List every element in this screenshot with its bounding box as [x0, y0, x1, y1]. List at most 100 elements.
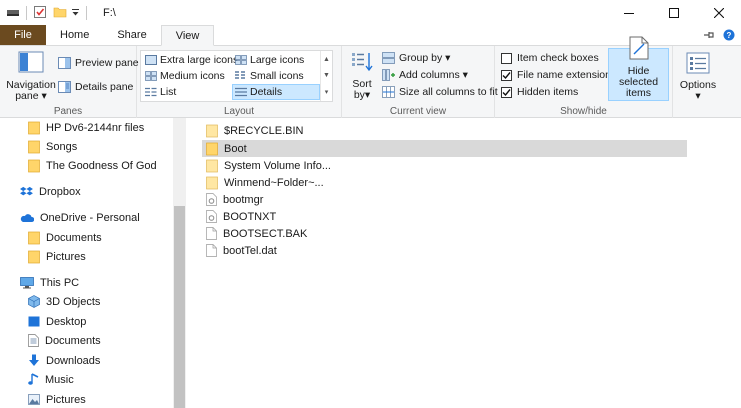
scroll-down-icon[interactable]: ▼ [323, 72, 330, 79]
close-button[interactable] [696, 0, 741, 26]
expand-gallery-icon[interactable]: ▾ [325, 88, 329, 96]
nav-item-documents[interactable]: Documents [28, 331, 101, 350]
nav-item-songs[interactable]: Songs [28, 137, 77, 156]
item-check-boxes-checkbox[interactable] [501, 52, 512, 64]
small-icons-icon [235, 71, 247, 81]
folder-icon [28, 121, 40, 135]
file-row-bootmgr[interactable]: bootmgr [202, 191, 687, 208]
nav-item-onedrive-documents[interactable]: Documents [28, 228, 102, 247]
file-row-system-volume-info[interactable]: System Volume Info... [202, 157, 687, 174]
sort-by-button[interactable]: Sort by▾ [348, 50, 376, 101]
layout-group-label: Layout [223, 106, 255, 117]
group-by-button[interactable]: Group by ▾ [382, 50, 450, 66]
file-name-extensions-label: File name extensions [517, 69, 617, 81]
file-row-bootnxt[interactable]: BOOTNXT [202, 208, 687, 225]
options-button[interactable]: Options ▾ [677, 52, 719, 102]
nav-item-label: Songs [46, 140, 78, 153]
nav-item-onedrive-pictures[interactable]: Pictures [28, 247, 86, 266]
add-columns-label: Add columns [399, 69, 460, 81]
nav-item-this-pc[interactable]: This PC [20, 273, 79, 292]
hide-selected-label-2: items [625, 87, 652, 99]
ribbon: Navigation pane ▾ Preview pane Details p… [0, 36, 741, 118]
pc-icon [20, 276, 34, 289]
help-icon[interactable]: ? [723, 29, 735, 44]
hidden-items-checkbox[interactable] [501, 86, 512, 98]
hide-selected-items-icon [629, 36, 649, 63]
navigation-pane-button[interactable]: Navigation pane ▾ [5, 51, 57, 102]
file-icon [206, 244, 217, 257]
layout-label: Extra large icons [160, 54, 239, 66]
folder-icon [206, 159, 218, 173]
details-pane-button[interactable]: Details pane [58, 79, 133, 95]
nav-item-label: This PC [40, 276, 80, 289]
large-icons-icon [235, 55, 247, 65]
nav-item-label: Dropbox [39, 185, 81, 198]
tab-share[interactable]: Share [103, 25, 160, 45]
nav-item-dropbox[interactable]: Dropbox [20, 182, 81, 201]
tab-view[interactable]: View [160, 25, 215, 46]
add-columns-button[interactable]: Add columns ▾ [382, 67, 468, 83]
downloads-icon [28, 354, 40, 367]
properties-icon[interactable] [33, 5, 47, 22]
nav-item-pictures[interactable]: Pictures [28, 390, 86, 408]
extra-large-icons-icon [145, 55, 157, 65]
nav-item-onedrive[interactable]: OneDrive - Personal [20, 208, 140, 227]
preview-pane-button[interactable]: Preview pane [58, 55, 139, 71]
file-row-boot[interactable]: Boot [202, 140, 687, 157]
nav-item-hp-files[interactable]: HP Dv6-2144nr files [28, 118, 144, 137]
nav-item-label: Music [45, 373, 74, 386]
file-name-extensions-toggle[interactable]: File name extensions [501, 67, 616, 83]
tab-home[interactable]: Home [46, 25, 103, 45]
hidden-items-toggle[interactable]: Hidden items [501, 84, 578, 100]
svg-text:?: ? [727, 31, 732, 40]
layout-small-icons[interactable]: Small icons [233, 68, 304, 84]
navigation-pane-icon [18, 51, 44, 76]
nav-item-music[interactable]: Music [28, 370, 74, 389]
layout-label: Medium icons [160, 70, 225, 82]
file-row-bootsect-bak[interactable]: BOOTSECT.BAK [202, 225, 687, 242]
nav-item-desktop[interactable]: Desktop [28, 312, 86, 331]
navigation-scrollbar-thumb[interactable] [174, 206, 185, 408]
file-name: BOOTNXT [223, 210, 277, 223]
dropbox-icon [20, 186, 33, 198]
minimize-button[interactable] [606, 0, 651, 26]
layout-gallery-scroll[interactable]: ▲ ▼ ▾ [320, 51, 332, 101]
navigation-pane-label-2: pane ▾ [15, 90, 47, 102]
nav-item-label: 3D Objects [46, 295, 101, 308]
hidden-items-label: Hidden items [517, 86, 579, 98]
group-by-icon [382, 52, 395, 64]
layout-details[interactable]: Details [232, 84, 320, 100]
nav-item-3d-objects[interactable]: 3D Objects [28, 292, 100, 311]
customize-quick-access-icon[interactable] [71, 7, 80, 20]
sort-by-icon [350, 50, 374, 77]
layout-label: Large icons [250, 54, 305, 66]
maximize-button[interactable] [651, 0, 696, 26]
nav-item-downloads[interactable]: Downloads [28, 351, 100, 370]
quick-access-toolbar [0, 0, 93, 26]
file-row-winmend-folder[interactable]: Winmend~Folder~... [202, 174, 687, 191]
file-name-extensions-checkbox[interactable] [501, 69, 512, 81]
layout-list[interactable]: List [143, 84, 176, 100]
pin-ribbon-icon[interactable] [703, 30, 715, 43]
new-folder-icon[interactable] [53, 6, 67, 21]
folder-icon [28, 140, 40, 154]
file-row-recycle-bin[interactable]: $RECYCLE.BIN [202, 122, 687, 139]
drive-icon[interactable] [6, 6, 20, 21]
folder-icon [28, 250, 40, 264]
file-row-boottel-dat[interactable]: bootTel.dat [202, 242, 687, 259]
size-all-columns-button[interactable]: Size all columns to fit [382, 84, 498, 100]
item-check-boxes-toggle[interactable]: Item check boxes [501, 50, 599, 66]
sort-by-label-2: by▾ [353, 89, 371, 101]
layout-gallery: Extra large icons Large icons Medium ico… [140, 50, 333, 102]
tab-file[interactable]: File [0, 25, 46, 45]
hide-selected-items-button[interactable]: Hide selected items [608, 36, 669, 101]
layout-large-icons[interactable]: Large icons [233, 52, 304, 68]
scroll-up-icon[interactable]: ▲ [323, 56, 330, 63]
file-name: BOOTSECT.BAK [223, 227, 308, 240]
nav-item-label: HP Dv6-2144nr files [46, 121, 145, 134]
list-icon [145, 87, 157, 97]
nav-item-goodness-of-god[interactable]: The Goodness Of God [28, 156, 157, 175]
layout-extra-large-icons[interactable]: Extra large icons [143, 52, 238, 68]
layout-medium-icons[interactable]: Medium icons [143, 68, 225, 84]
3d-objects-icon [28, 295, 40, 308]
